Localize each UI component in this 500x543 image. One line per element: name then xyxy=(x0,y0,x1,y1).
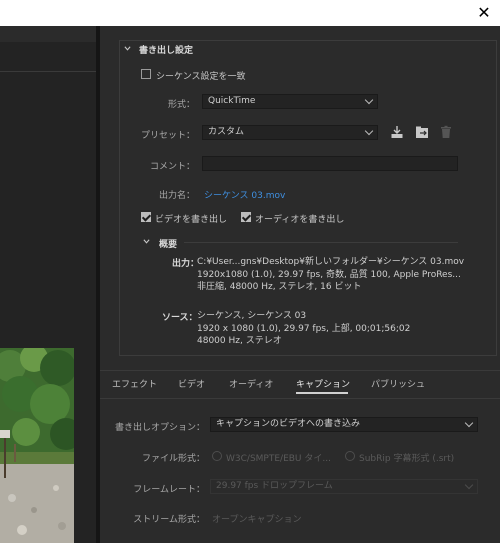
summary-source-label: ソース： xyxy=(162,313,198,323)
tab-effects[interactable]: エフェクト xyxy=(112,377,157,390)
tabs-bottom-divider xyxy=(100,398,500,399)
tab-audio[interactable]: オーディオ xyxy=(229,377,273,390)
summary-source-line: シーケンス, シーケンス 03 xyxy=(197,311,307,321)
caption-export-option-select[interactable]: キャプションのビデオへの書き込み xyxy=(210,417,478,432)
file-format-radio-w3c[interactable] xyxy=(212,451,222,461)
save-preset-icon[interactable] xyxy=(390,125,404,139)
format-value: QuickTime xyxy=(208,96,256,106)
file-format-radio-srt[interactable] xyxy=(345,451,355,461)
caption-export-option-value: キャプションのビデオへの書き込み xyxy=(216,419,361,429)
close-button[interactable]: ✕ xyxy=(474,3,494,23)
frame-rate-value: 29.97 fps ドロップフレーム xyxy=(216,481,333,491)
match-sequence-label: シーケンス設定を一致 xyxy=(156,72,246,82)
output-name-link[interactable]: シーケンス 03.mov xyxy=(204,188,285,201)
frame-rate-select[interactable]: 29.97 fps ドロップフレーム xyxy=(210,479,478,494)
export-video-checkbox[interactable] xyxy=(141,212,151,222)
summary-source-line: 1920 x 1080 (1.0), 29.97 fps, 上部, 00;01;… xyxy=(197,323,411,334)
tab-video[interactable]: ビデオ xyxy=(178,377,205,390)
preview-image xyxy=(0,348,74,543)
summary-output-line: C:¥User...gns¥Desktop¥新しいフォルダー¥シーケンス 03.… xyxy=(197,257,465,267)
chevron-down-icon xyxy=(364,126,374,136)
preset-select[interactable]: カスタム xyxy=(202,125,378,140)
stream-format-value: オープンキャプション xyxy=(212,515,302,525)
chevron-down-icon xyxy=(464,418,474,428)
summary-output-label: 出力： xyxy=(172,259,200,269)
preview-header xyxy=(0,26,96,42)
stream-format-label: ストリーム形式： xyxy=(133,515,205,525)
tab-publish[interactable]: パブリッシュ xyxy=(371,377,425,390)
summary-output-line: 非圧縮, 48000 Hz, ステレオ, 16 ビット xyxy=(197,282,362,292)
file-format-option-srt: SubRip 字幕形式 (.srt) xyxy=(359,454,455,464)
chevron-down-icon xyxy=(464,480,474,490)
chevron-down-icon[interactable] xyxy=(143,238,150,245)
active-tab-indicator xyxy=(296,392,348,394)
preset-label: プリセット： xyxy=(140,131,195,141)
tab-captions[interactable]: キャプション xyxy=(296,377,350,390)
chevron-down-icon[interactable] xyxy=(124,45,131,52)
chevron-down-icon xyxy=(364,95,374,105)
delete-preset-icon[interactable] xyxy=(439,125,453,139)
format-select[interactable]: QuickTime xyxy=(202,94,378,109)
match-sequence-checkbox[interactable] xyxy=(141,69,151,79)
summary-output-line: 1920x1080 (1.0), 29.97 fps, 奇数, 品質 100, … xyxy=(197,269,461,280)
comment-label: コメント： xyxy=(149,162,195,172)
output-name-label: 出力名： xyxy=(158,191,195,201)
preset-value: カスタム xyxy=(208,127,245,137)
preview-divider xyxy=(0,71,96,72)
export-video-label: ビデオを書き出し xyxy=(155,215,228,225)
export-settings-pane: 書き出し設定 シーケンス設定を一致 形式： QuickTime プリセット： カ… xyxy=(100,26,500,543)
frame-rate-label: フレームレート： xyxy=(133,485,205,495)
summary-source-line: 48000 Hz, ステレオ xyxy=(197,336,282,346)
export-audio-label: オーディオを書き出し xyxy=(255,215,345,225)
summary-divider xyxy=(184,242,458,243)
caption-export-option-label: 書き出しオプション： xyxy=(114,423,205,433)
preview-pane xyxy=(0,26,96,543)
comment-input[interactable] xyxy=(202,156,458,171)
export-audio-checkbox[interactable] xyxy=(241,212,251,222)
file-format-option-w3c: W3C/SMPTE/EBU タイ... xyxy=(226,454,331,464)
summary-title: 概要 xyxy=(159,240,178,250)
window-titlebar: ✕ xyxy=(0,0,500,26)
format-label: 形式： xyxy=(167,100,195,110)
tabs-top-divider xyxy=(100,370,500,371)
import-preset-icon[interactable] xyxy=(415,125,429,139)
file-format-label: ファイル形式： xyxy=(141,454,205,464)
section-title: 書き出し設定 xyxy=(139,46,194,56)
